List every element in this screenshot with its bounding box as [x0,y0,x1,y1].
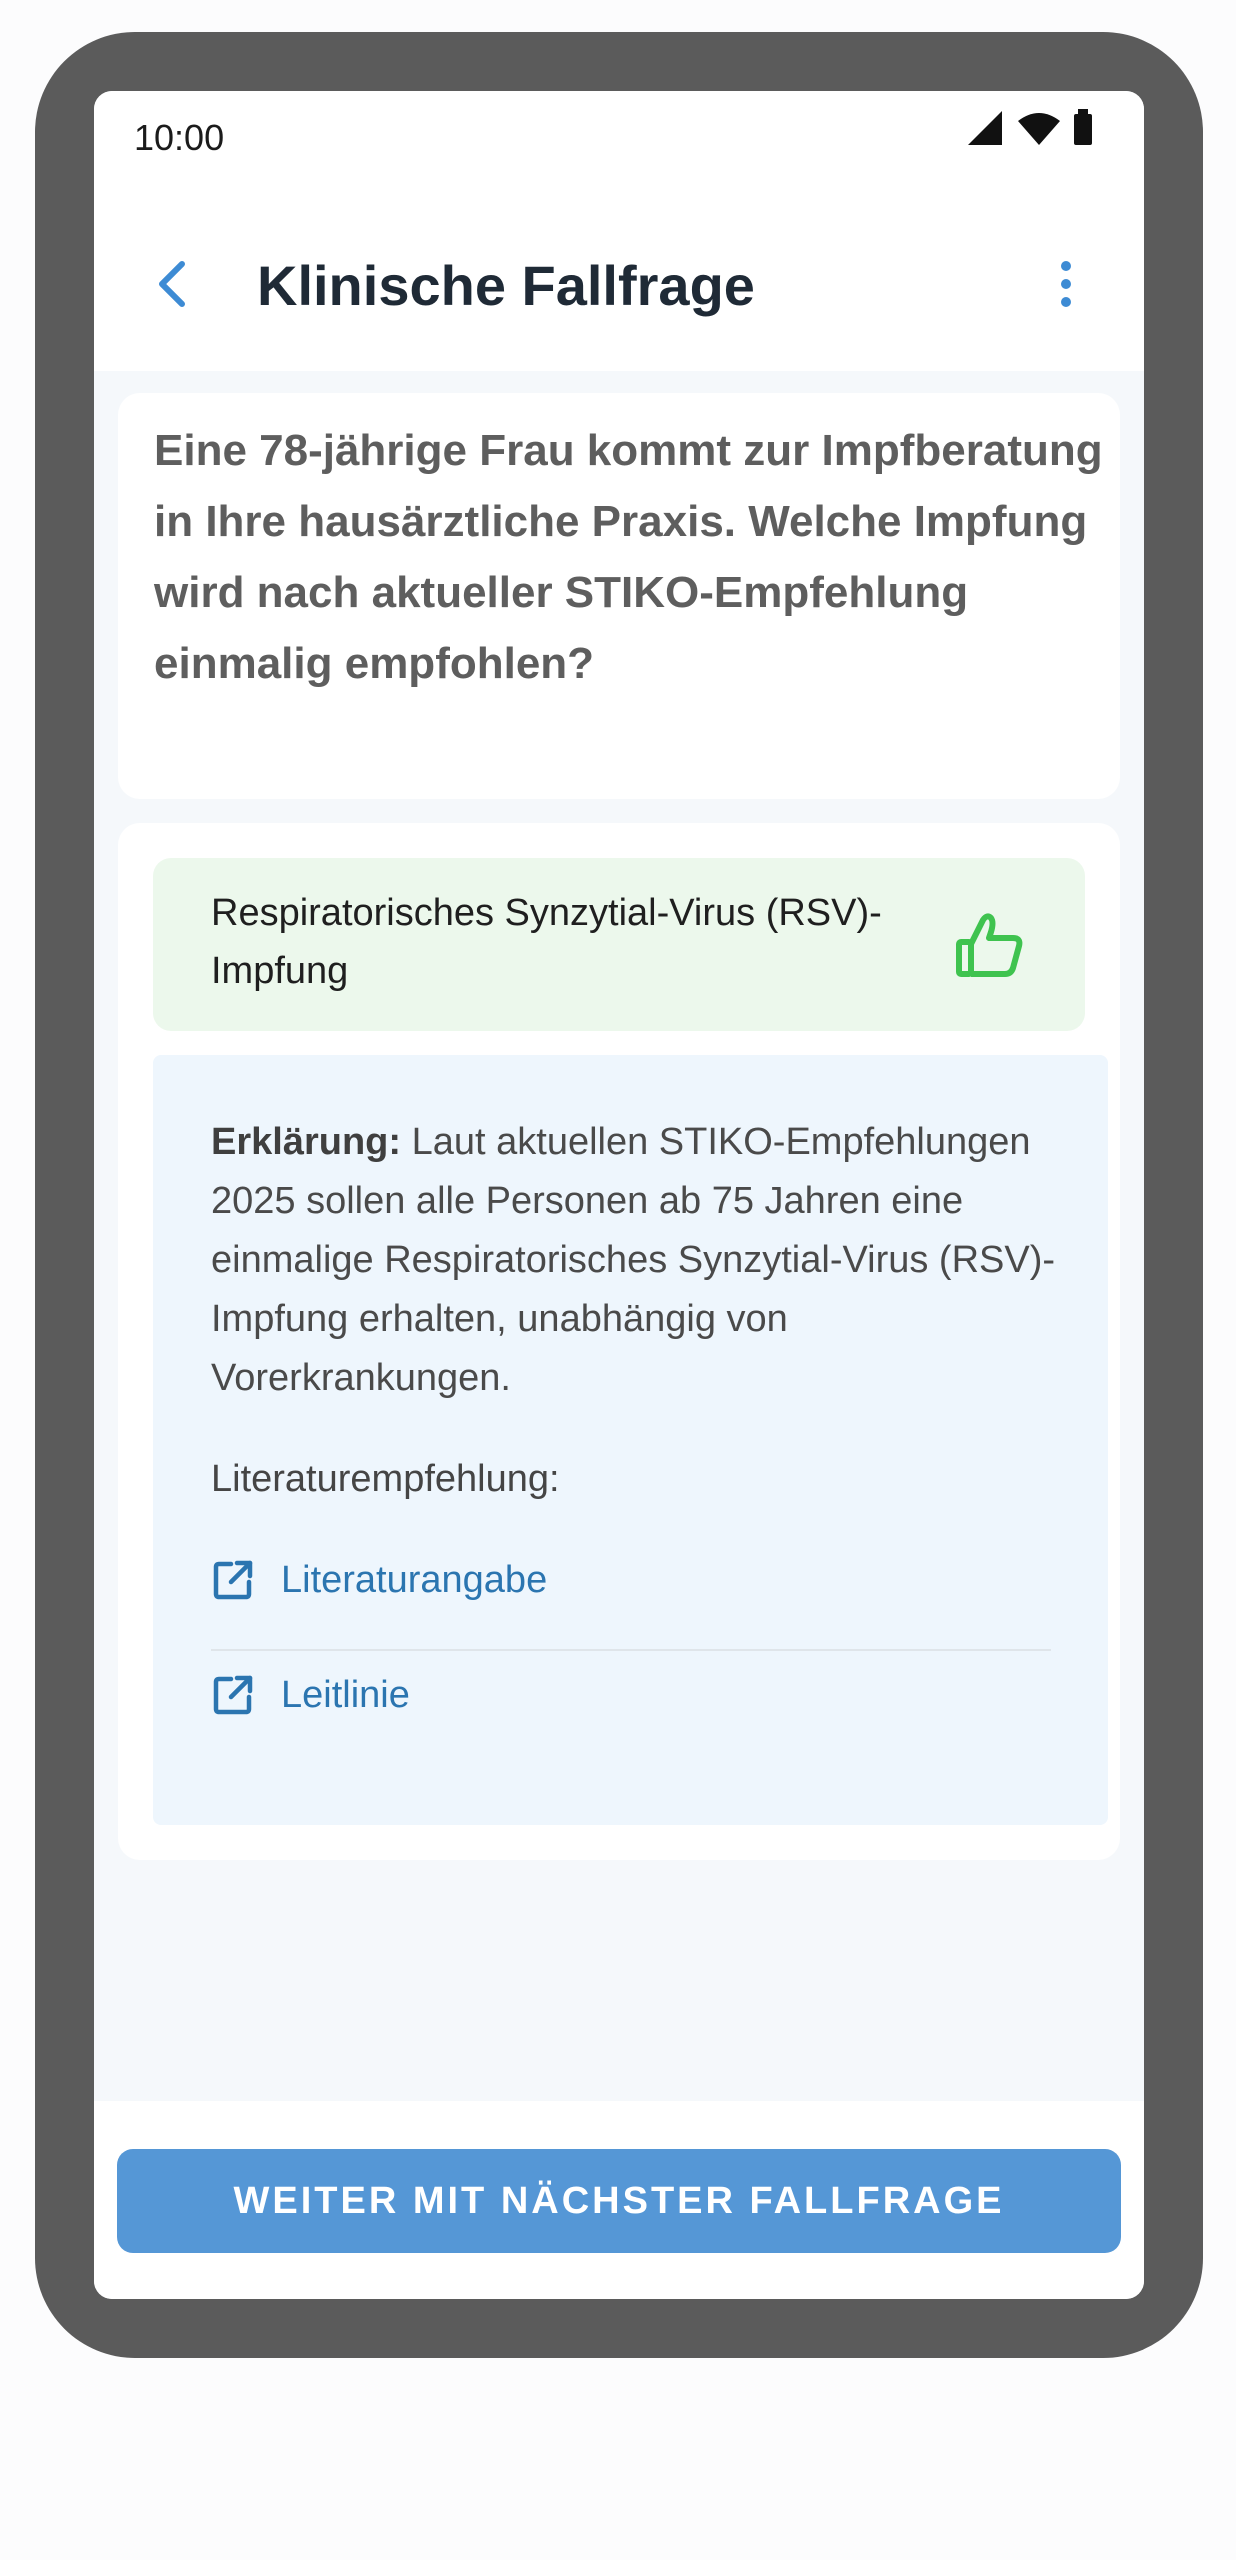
explanation-label: Erklärung: [211,1121,402,1163]
link-literaturangabe[interactable]: Literaturangabe [211,1548,1051,1612]
correct-answer: Respiratorisches Synzytial-Virus (RSV)-I… [153,858,1085,1031]
page-title: Klinische Fallfrage [257,254,755,317]
link-label: Literaturangabe [281,1558,548,1601]
answer-card: Respiratorisches Synzytial-Virus (RSV)-I… [118,823,1120,1860]
status-icons [966,109,1094,149]
link-leitlinie[interactable]: Leitlinie [211,1663,1051,1727]
explanation-text: Erklärung: Laut aktuellen STIKO-Empfehlu… [211,1113,1071,1408]
bottom-action-bar: WEITER MIT NÄCHSTER FALLFRAGE [94,2101,1144,2299]
next-question-button[interactable]: WEITER MIT NÄCHSTER FALLFRAGE [117,2149,1121,2253]
external-link-icon [213,1675,253,1715]
status-time: 10:00 [134,117,225,158]
question-text: Eine 78-jährige Frau kommt zur Impfberat… [154,426,1103,688]
external-link-icon [213,1560,253,1600]
back-button[interactable] [144,256,200,312]
question-card: Eine 78-jährige Frau kommt zur Impfberat… [118,393,1120,799]
signal-icon [968,111,1002,145]
explanation-panel: Erklärung: Laut aktuellen STIKO-Empfehlu… [153,1055,1108,1825]
chevron-left-icon [159,261,185,307]
link-label: Leitlinie [281,1673,410,1716]
wifi-icon [1018,113,1060,145]
more-options-button[interactable] [1038,256,1094,312]
app-screen: 10:00 Klinische Fallfrage Eine 78-jährig… [94,91,1144,2299]
more-vertical-icon [1061,261,1071,307]
divider [211,1649,1051,1651]
battery-icon [1074,109,1092,145]
literature-heading: Literaturempfehlung: [211,1458,560,1500]
top-app-bar: 10:00 Klinische Fallfrage [94,91,1144,371]
answer-text: Respiratorisches Synzytial-Virus (RSV)-I… [211,892,882,992]
thumbs-up-icon [956,913,1023,977]
